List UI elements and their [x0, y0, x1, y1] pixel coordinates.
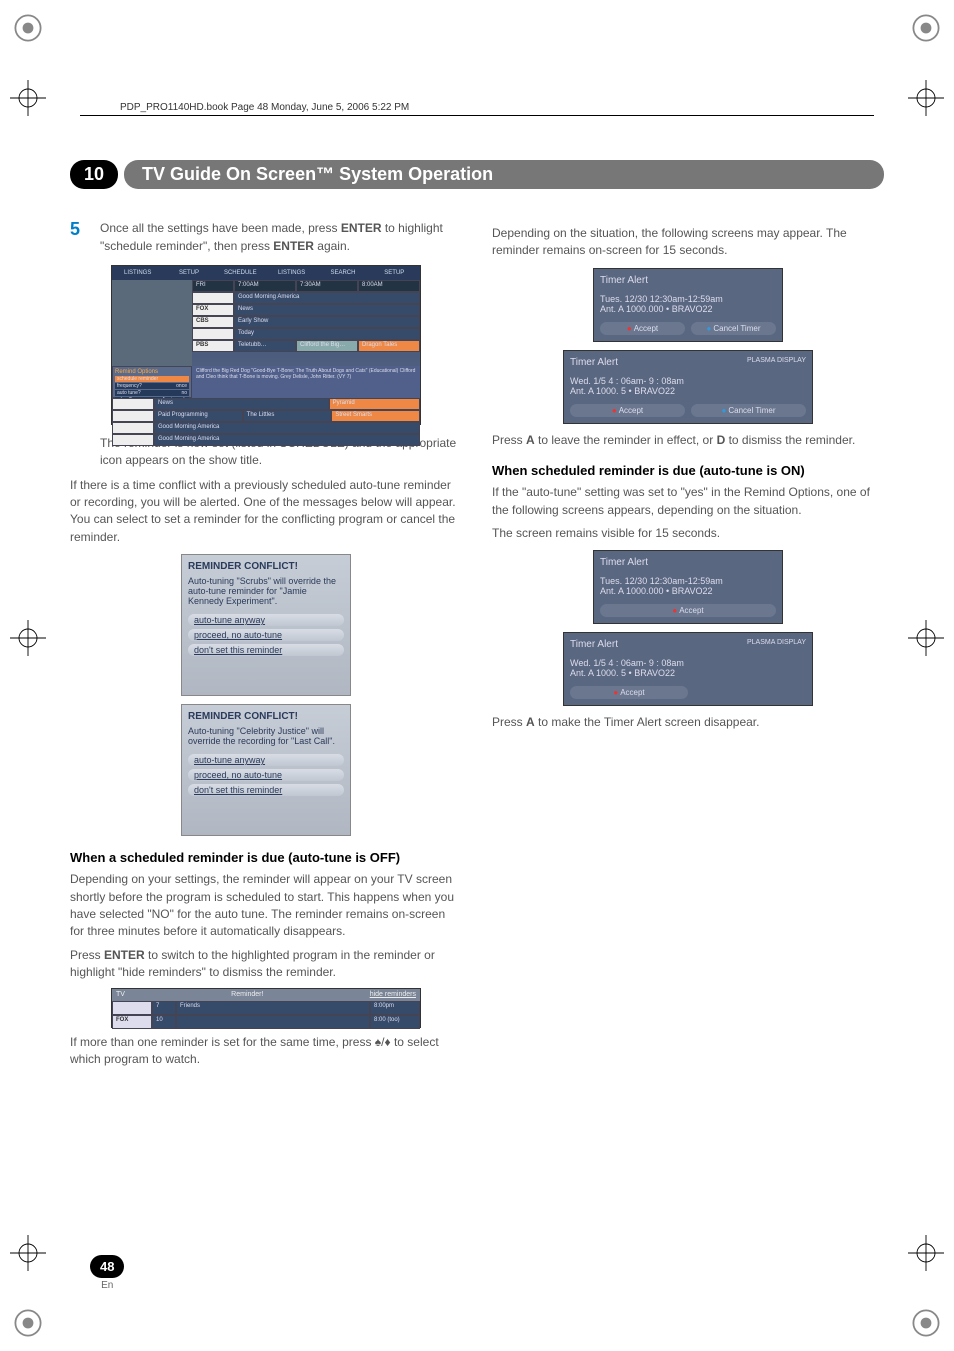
- reg-mark-corner-icon: [10, 10, 46, 46]
- reg-mark-icon: [908, 620, 944, 656]
- tvguide-screenshot: LISTINGS SETUP SCHEDULE LISTINGS SEARCH …: [111, 265, 421, 425]
- tab: LISTINGS: [112, 266, 163, 280]
- page-number: 48 En: [90, 1255, 124, 1291]
- timer-alert-dialog-wide: Timer AlertPLASMA DISPLAY Wed. 1/5 4 : 0…: [563, 632, 813, 706]
- listings-grid: FRI7:00AM7:30AM8:00AM Good Morning Ameri…: [192, 280, 420, 366]
- conflict-option[interactable]: don't set this reminder: [188, 784, 344, 796]
- tab: SETUP: [163, 266, 214, 280]
- program-description: Clifford the Big Red Dog "Good-Bye T-Bon…: [192, 366, 420, 398]
- accept-button[interactable]: Accept: [570, 686, 688, 699]
- reg-mark-icon: [908, 1235, 944, 1271]
- page-header: PDP_PRO1140HD.book Page 48 Monday, June …: [120, 102, 409, 113]
- tab: SCHEDULE: [215, 266, 266, 280]
- timer-alert-dialog-wide: Timer AlertPLASMA DISPLAY Wed. 1/5 4 : 0…: [563, 350, 813, 424]
- conflict-option[interactable]: don't set this reminder: [188, 644, 344, 656]
- timer-alert-dialog: Timer Alert Tues. 12/30 12:30am-12:59am …: [593, 550, 783, 624]
- cancel-timer-button[interactable]: Cancel Timer: [691, 404, 806, 417]
- conflict-option[interactable]: auto-tune anyway: [188, 754, 344, 766]
- body-text: Press A to leave the reminder in effect,…: [492, 432, 884, 449]
- tab: SEARCH: [317, 266, 368, 280]
- cancel-timer-button[interactable]: Cancel Timer: [691, 322, 776, 335]
- body-text: Press ENTER to switch to the highlighted…: [70, 947, 462, 982]
- right-column: Depending on the situation, the followin…: [492, 219, 884, 1074]
- reg-mark-corner-icon: [908, 10, 944, 46]
- conflict-option[interactable]: proceed, no auto-tune: [188, 629, 344, 641]
- body-text: Press A to make the Timer Alert screen d…: [492, 714, 884, 731]
- reg-mark-icon: [10, 1235, 46, 1271]
- tab: SETUP: [369, 266, 420, 280]
- reminder-bar-screenshot: TVReminder!hide reminders 7Friends8:00pm…: [111, 988, 421, 1028]
- header-rule: [80, 115, 874, 116]
- subheading: When a scheduled reminder is due (auto-t…: [70, 850, 462, 865]
- manual-page: PDP_PRO1140HD.book Page 48 Monday, June …: [0, 0, 954, 1351]
- preview-window: [112, 280, 192, 366]
- body-text: The screen remains visible for 15 second…: [492, 525, 884, 542]
- accept-button[interactable]: Accept: [600, 604, 776, 617]
- body-text: Depending on the situation, the followin…: [492, 225, 884, 260]
- body-text: If there is a time conflict with a previ…: [70, 477, 462, 547]
- chapter-bar: 10 TV Guide On Screen™ System Operation: [70, 160, 884, 189]
- timer-alert-dialog: Timer Alert Tues. 12/30 12:30am-12:59am …: [593, 268, 783, 342]
- chapter-number: 10: [70, 160, 118, 189]
- reg-mark-icon: [908, 80, 944, 116]
- conflict-dialog: REMINDER CONFLICT! Auto-tuning "Celebrit…: [181, 704, 351, 836]
- remind-options-panel: Remind Options schedule reminder frequen…: [112, 366, 192, 398]
- subheading: When scheduled reminder is due (auto-tun…: [492, 463, 884, 478]
- body-text: If the "auto-tune" setting was set to "y…: [492, 484, 884, 519]
- tab: LISTINGS: [266, 266, 317, 280]
- conflict-option[interactable]: proceed, no auto-tune: [188, 769, 344, 781]
- reg-mark-icon: [10, 80, 46, 116]
- conflict-dialog: REMINDER CONFLICT! Auto-tuning "Scrubs" …: [181, 554, 351, 696]
- step-number: 5: [70, 219, 86, 255]
- accept-button[interactable]: Accept: [570, 404, 685, 417]
- reg-mark-icon: [10, 620, 46, 656]
- step-text: Once all the settings have been made, pr…: [100, 219, 462, 255]
- accept-button[interactable]: Accept: [600, 322, 685, 335]
- reg-mark-corner-icon: [10, 1305, 46, 1341]
- conflict-option[interactable]: auto-tune anyway: [188, 614, 344, 626]
- reg-mark-corner-icon: [908, 1305, 944, 1341]
- body-text: If more than one reminder is set for the…: [70, 1034, 462, 1069]
- chapter-title: TV Guide On Screen™ System Operation: [124, 160, 884, 189]
- left-column: 5 Once all the settings have been made, …: [70, 219, 462, 1074]
- body-text: Depending on your settings, the reminder…: [70, 871, 462, 941]
